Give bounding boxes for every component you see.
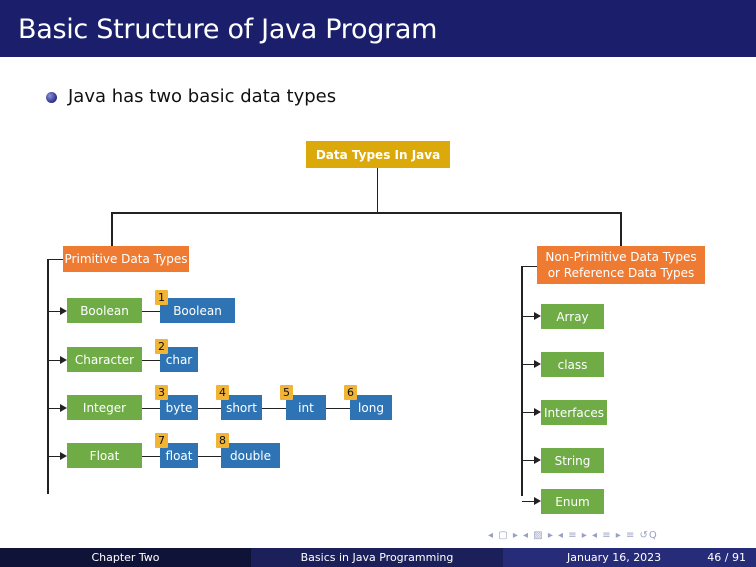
connector (111, 212, 621, 214)
arrow-icon (60, 307, 67, 315)
arrow-icon (534, 497, 541, 505)
connector (48, 360, 60, 361)
connector (521, 266, 523, 496)
type-boolean: Boolean (160, 298, 235, 323)
connector (48, 311, 60, 312)
category-float: Float (67, 443, 142, 468)
arrow-icon (60, 404, 67, 412)
footer-page-number: 46 / 91 (707, 551, 746, 564)
connector (326, 408, 350, 409)
number-badge: 1 (155, 290, 168, 305)
non-primitive-header-line1: Non-Primitive Data Types (545, 250, 697, 264)
connector (47, 259, 63, 260)
arrow-icon (534, 360, 541, 368)
connector (48, 408, 60, 409)
connector (142, 408, 160, 409)
number-badge: 5 (280, 385, 293, 400)
bullet-text: Java has two basic data types (68, 86, 337, 107)
connector (48, 456, 60, 457)
non-primitive-header: Non-Primitive Data Types or Reference Da… (537, 246, 705, 284)
reference-interfaces: Interfaces (541, 400, 607, 425)
category-integer: Integer (67, 395, 142, 420)
slide-title: Basic Structure of Java Program (18, 14, 438, 45)
connector (198, 456, 221, 457)
footer-date: January 16, 2023 (567, 551, 662, 564)
reference-class: class (541, 352, 604, 377)
connector (198, 408, 221, 409)
connector (142, 311, 160, 312)
reference-array: Array (541, 304, 604, 329)
connector (142, 360, 160, 361)
category-character: Character (67, 347, 142, 372)
arrow-icon (534, 312, 541, 320)
reference-enum: Enum (541, 489, 604, 514)
connector (522, 412, 534, 413)
connector (262, 408, 286, 409)
type-double: double (221, 443, 280, 468)
footer-bar: Chapter Two Basics in Java Programming J… (0, 548, 756, 567)
number-badge: 8 (216, 433, 229, 448)
number-badge: 2 (155, 339, 168, 354)
arrow-icon (534, 408, 541, 416)
connector (521, 266, 537, 267)
number-badge: 3 (155, 385, 168, 400)
root-node: Data Types In Java (306, 141, 450, 168)
connector (142, 456, 160, 457)
number-badge: 4 (216, 385, 229, 400)
footer-course: Basics in Java Programming (251, 548, 503, 567)
bullet-icon (46, 92, 57, 103)
number-badge: 7 (155, 433, 168, 448)
connector (377, 168, 378, 212)
connector (522, 460, 534, 461)
footer-section: Chapter Two (0, 548, 251, 567)
arrow-icon (60, 452, 67, 460)
navigation-controls[interactable]: ◂ ▢ ▸ ◂ ▨ ▸ ◂ ≡ ▸ ◂ ≡ ▸ ≡ ↺Q (488, 530, 658, 541)
connector (522, 501, 534, 502)
category-boolean: Boolean (67, 298, 142, 323)
number-badge: 6 (344, 385, 357, 400)
connector (47, 259, 49, 494)
footer-section-text: Chapter Two (91, 551, 160, 564)
footer-info: January 16, 2023 46 / 91 (503, 548, 756, 567)
connector (620, 212, 622, 246)
connector (522, 316, 534, 317)
connector (522, 364, 534, 365)
arrow-icon (60, 356, 67, 364)
title-bar: Basic Structure of Java Program (0, 0, 756, 57)
reference-string: String (541, 448, 604, 473)
footer-course-text: Basics in Java Programming (300, 551, 454, 564)
non-primitive-header-line2: or Reference Data Types (547, 266, 695, 280)
arrow-icon (534, 456, 541, 464)
primitive-header: Primitive Data Types (63, 246, 189, 272)
connector (111, 212, 113, 246)
